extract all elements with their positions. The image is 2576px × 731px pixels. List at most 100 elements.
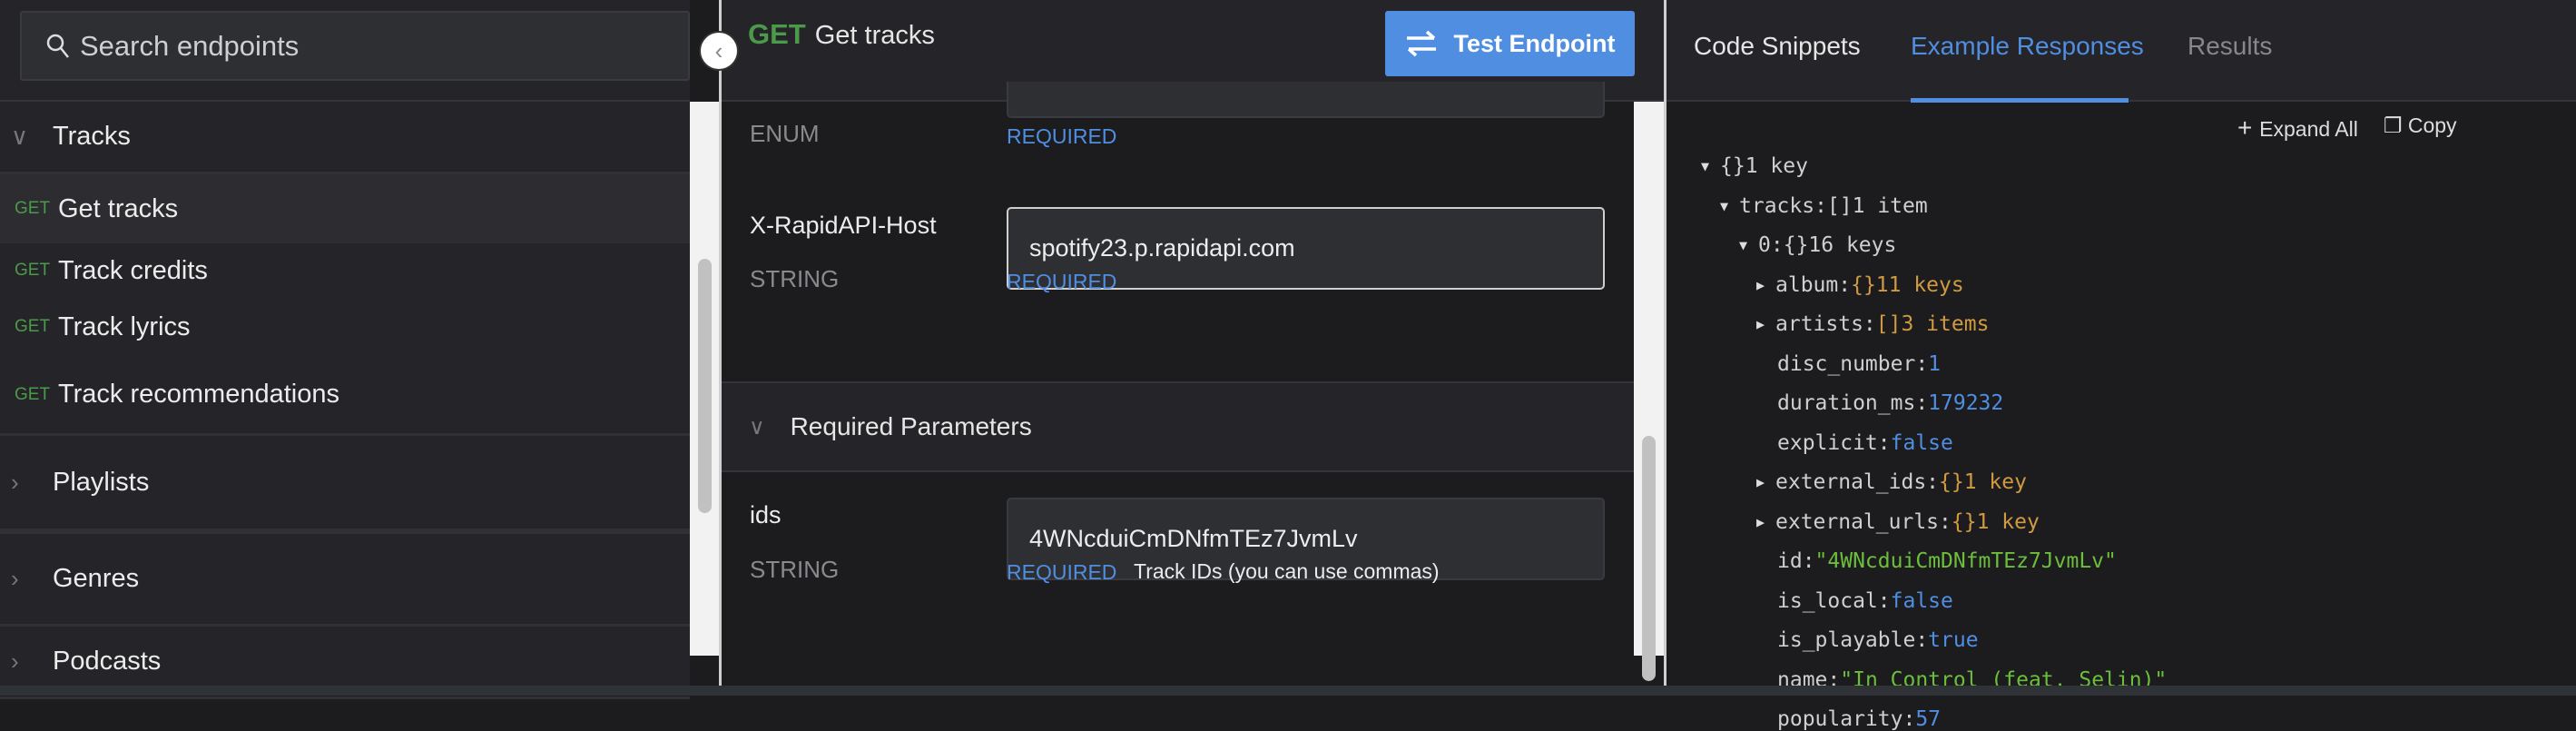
response-panel: [1667, 0, 2576, 686]
chevron-left-icon: ‹: [714, 36, 723, 64]
endpoint-track-lyrics[interactable]: GET Track lyrics: [0, 298, 690, 356]
json-row: popularity: 57: [1777, 707, 1941, 731]
search-input[interactable]: Search endpoints: [20, 11, 690, 81]
param-type: ENUM: [750, 120, 820, 147]
tab-code-snippets[interactable]: Code Snippets: [1694, 32, 1861, 61]
json-row: disc_number: 1: [1777, 352, 1941, 376]
params-scrollbar-thumb[interactable]: [1642, 436, 1656, 681]
json-key: duration_ms:: [1777, 391, 1929, 415]
json-key: popularity:: [1777, 707, 1916, 731]
group-label: Tracks: [53, 122, 131, 151]
param-name: ids: [750, 501, 782, 528]
json-row[interactable]: ▶ album: {} 11 keys: [1756, 273, 1964, 297]
swap-arrows-icon: [1406, 30, 1436, 57]
section-title: Required Parameters: [790, 412, 1032, 440]
endpoint-get-tracks[interactable]: GET Get tracks: [0, 174, 690, 243]
sidebar-scrollbar-thumb[interactable]: [698, 259, 712, 513]
json-row[interactable]: ▼ 0: {} 16 keys: [1739, 233, 1896, 257]
group-genres[interactable]: › Genres: [0, 534, 690, 627]
group-label: Playlists: [53, 467, 150, 497]
json-summary: 16 keys: [1808, 233, 1897, 257]
active-tab-indicator: [1911, 98, 2129, 103]
json-key: external_ids:: [1775, 470, 1940, 494]
method-badge: GET: [15, 384, 51, 404]
tab-results[interactable]: Results: [2188, 32, 2272, 61]
json-key: explicit:: [1777, 430, 1891, 455]
endpoint-name: Get tracks: [814, 21, 935, 50]
json-row[interactable]: ▼ tracks: [] 1 item: [1720, 194, 1928, 218]
json-key: album:: [1775, 272, 1852, 297]
bottom-bar: [0, 686, 2576, 696]
caret-right-icon[interactable]: ▶: [1756, 316, 1775, 332]
json-type: []: [1826, 193, 1853, 218]
required-parameters-section[interactable]: ∨ Required Parameters: [722, 381, 1634, 472]
json-type: {}: [1720, 154, 1745, 178]
expand-all-label: Expand All: [2259, 117, 2358, 141]
json-key: tracks:: [1739, 193, 1827, 218]
chevron-right-icon: ›: [11, 565, 19, 592]
json-type: {}: [1951, 509, 1977, 534]
plus-icon: +: [2237, 114, 2260, 142]
expand-all-button[interactable]: + Expand All: [2237, 114, 2358, 143]
response-tools: + Expand All ❐ Copy: [2237, 114, 2457, 143]
json-summary: 1 key: [1976, 509, 2040, 534]
json-value: 57: [1915, 707, 1942, 731]
endpoint-label: Track credits: [58, 255, 208, 285]
param-type: STRING: [750, 265, 840, 292]
caret-right-icon[interactable]: ▶: [1756, 474, 1775, 490]
caret-right-icon[interactable]: ▶: [1756, 514, 1775, 530]
json-key: is_playable:: [1777, 628, 1929, 652]
param-name: X-RapidAPI-Host: [750, 212, 937, 239]
group-tracks[interactable]: ∨ Tracks: [0, 102, 690, 174]
test-endpoint-button[interactable]: Test Endpoint: [1385, 11, 1635, 76]
json-row: id: "4WNcduiCmDNfmTEz7JvmLv": [1777, 549, 2117, 573]
chevron-right-icon: ›: [11, 468, 19, 496]
collapse-sidebar-button[interactable]: ‹: [699, 31, 739, 71]
json-value: true: [1928, 628, 1979, 652]
json-key: id:: [1777, 549, 1815, 573]
json-type: []: [1875, 312, 1902, 336]
method-badge: GET: [15, 317, 51, 336]
json-value: false: [1890, 588, 1953, 613]
json-row[interactable]: ▶ external_ids: {} 1 key: [1756, 470, 2027, 494]
group-playlists[interactable]: › Playlists: [0, 436, 690, 534]
copy-button[interactable]: ❐ Copy: [2384, 114, 2457, 143]
host-value: spotify23.p.rapidapi.com: [1029, 234, 1295, 262]
json-row: explicit: false: [1777, 431, 1953, 455]
json-row[interactable]: ▼{} 1 key: [1701, 154, 1808, 178]
json-value: 1: [1928, 351, 1942, 376]
sidebar: Search endpoints ∨ Tracks GET Get tracks G…: [0, 0, 690, 699]
json-value: "4WNcduiCmDNfmTEz7JvmLv": [1814, 549, 2117, 573]
search-placeholder: Search endpoints: [80, 29, 300, 62]
json-row[interactable]: ▶ external_urls: {} 1 key: [1756, 510, 2040, 534]
json-row: is_playable: true: [1777, 628, 1979, 652]
method-badge: GET: [748, 18, 806, 50]
caret-down-icon[interactable]: ▼: [1720, 198, 1739, 214]
search-icon: [46, 34, 69, 58]
caret-down-icon[interactable]: ▼: [1701, 158, 1720, 174]
json-summary: 1 key: [1745, 154, 1808, 178]
chevron-down-icon: ∨: [11, 123, 29, 150]
method-badge: GET: [15, 261, 51, 280]
json-row[interactable]: ▶ artists: [] 3 items: [1756, 312, 1989, 336]
copy-label: Copy: [2407, 114, 2457, 137]
param-type: STRING: [750, 556, 840, 583]
test-endpoint-label: Test Endpoint: [1453, 29, 1616, 57]
json-key: artists:: [1775, 312, 1876, 336]
json-value: false: [1890, 430, 1953, 455]
caret-right-icon[interactable]: ▶: [1756, 277, 1775, 293]
endpoint-track-recommendations[interactable]: GET Track recommendations: [0, 356, 690, 436]
param-hint: Track IDs (you can use commas): [1134, 559, 1440, 583]
chevron-right-icon: ›: [11, 647, 19, 675]
tab-example-responses[interactable]: Example Responses: [1911, 32, 2144, 61]
endpoint-track-credits[interactable]: GET Track credits: [0, 243, 690, 298]
chevron-down-icon: ∨: [749, 414, 765, 440]
caret-down-icon[interactable]: ▼: [1739, 237, 1758, 253]
group-label: Podcasts: [53, 647, 162, 676]
json-summary: 3 items: [1901, 312, 1990, 336]
enum-input[interactable]: [1007, 82, 1605, 118]
group-label: Genres: [53, 564, 140, 593]
json-row: duration_ms: 179232: [1777, 391, 2003, 415]
json-summary: 1 key: [1963, 470, 2027, 494]
required-label: REQUIRED: [1007, 124, 1117, 148]
